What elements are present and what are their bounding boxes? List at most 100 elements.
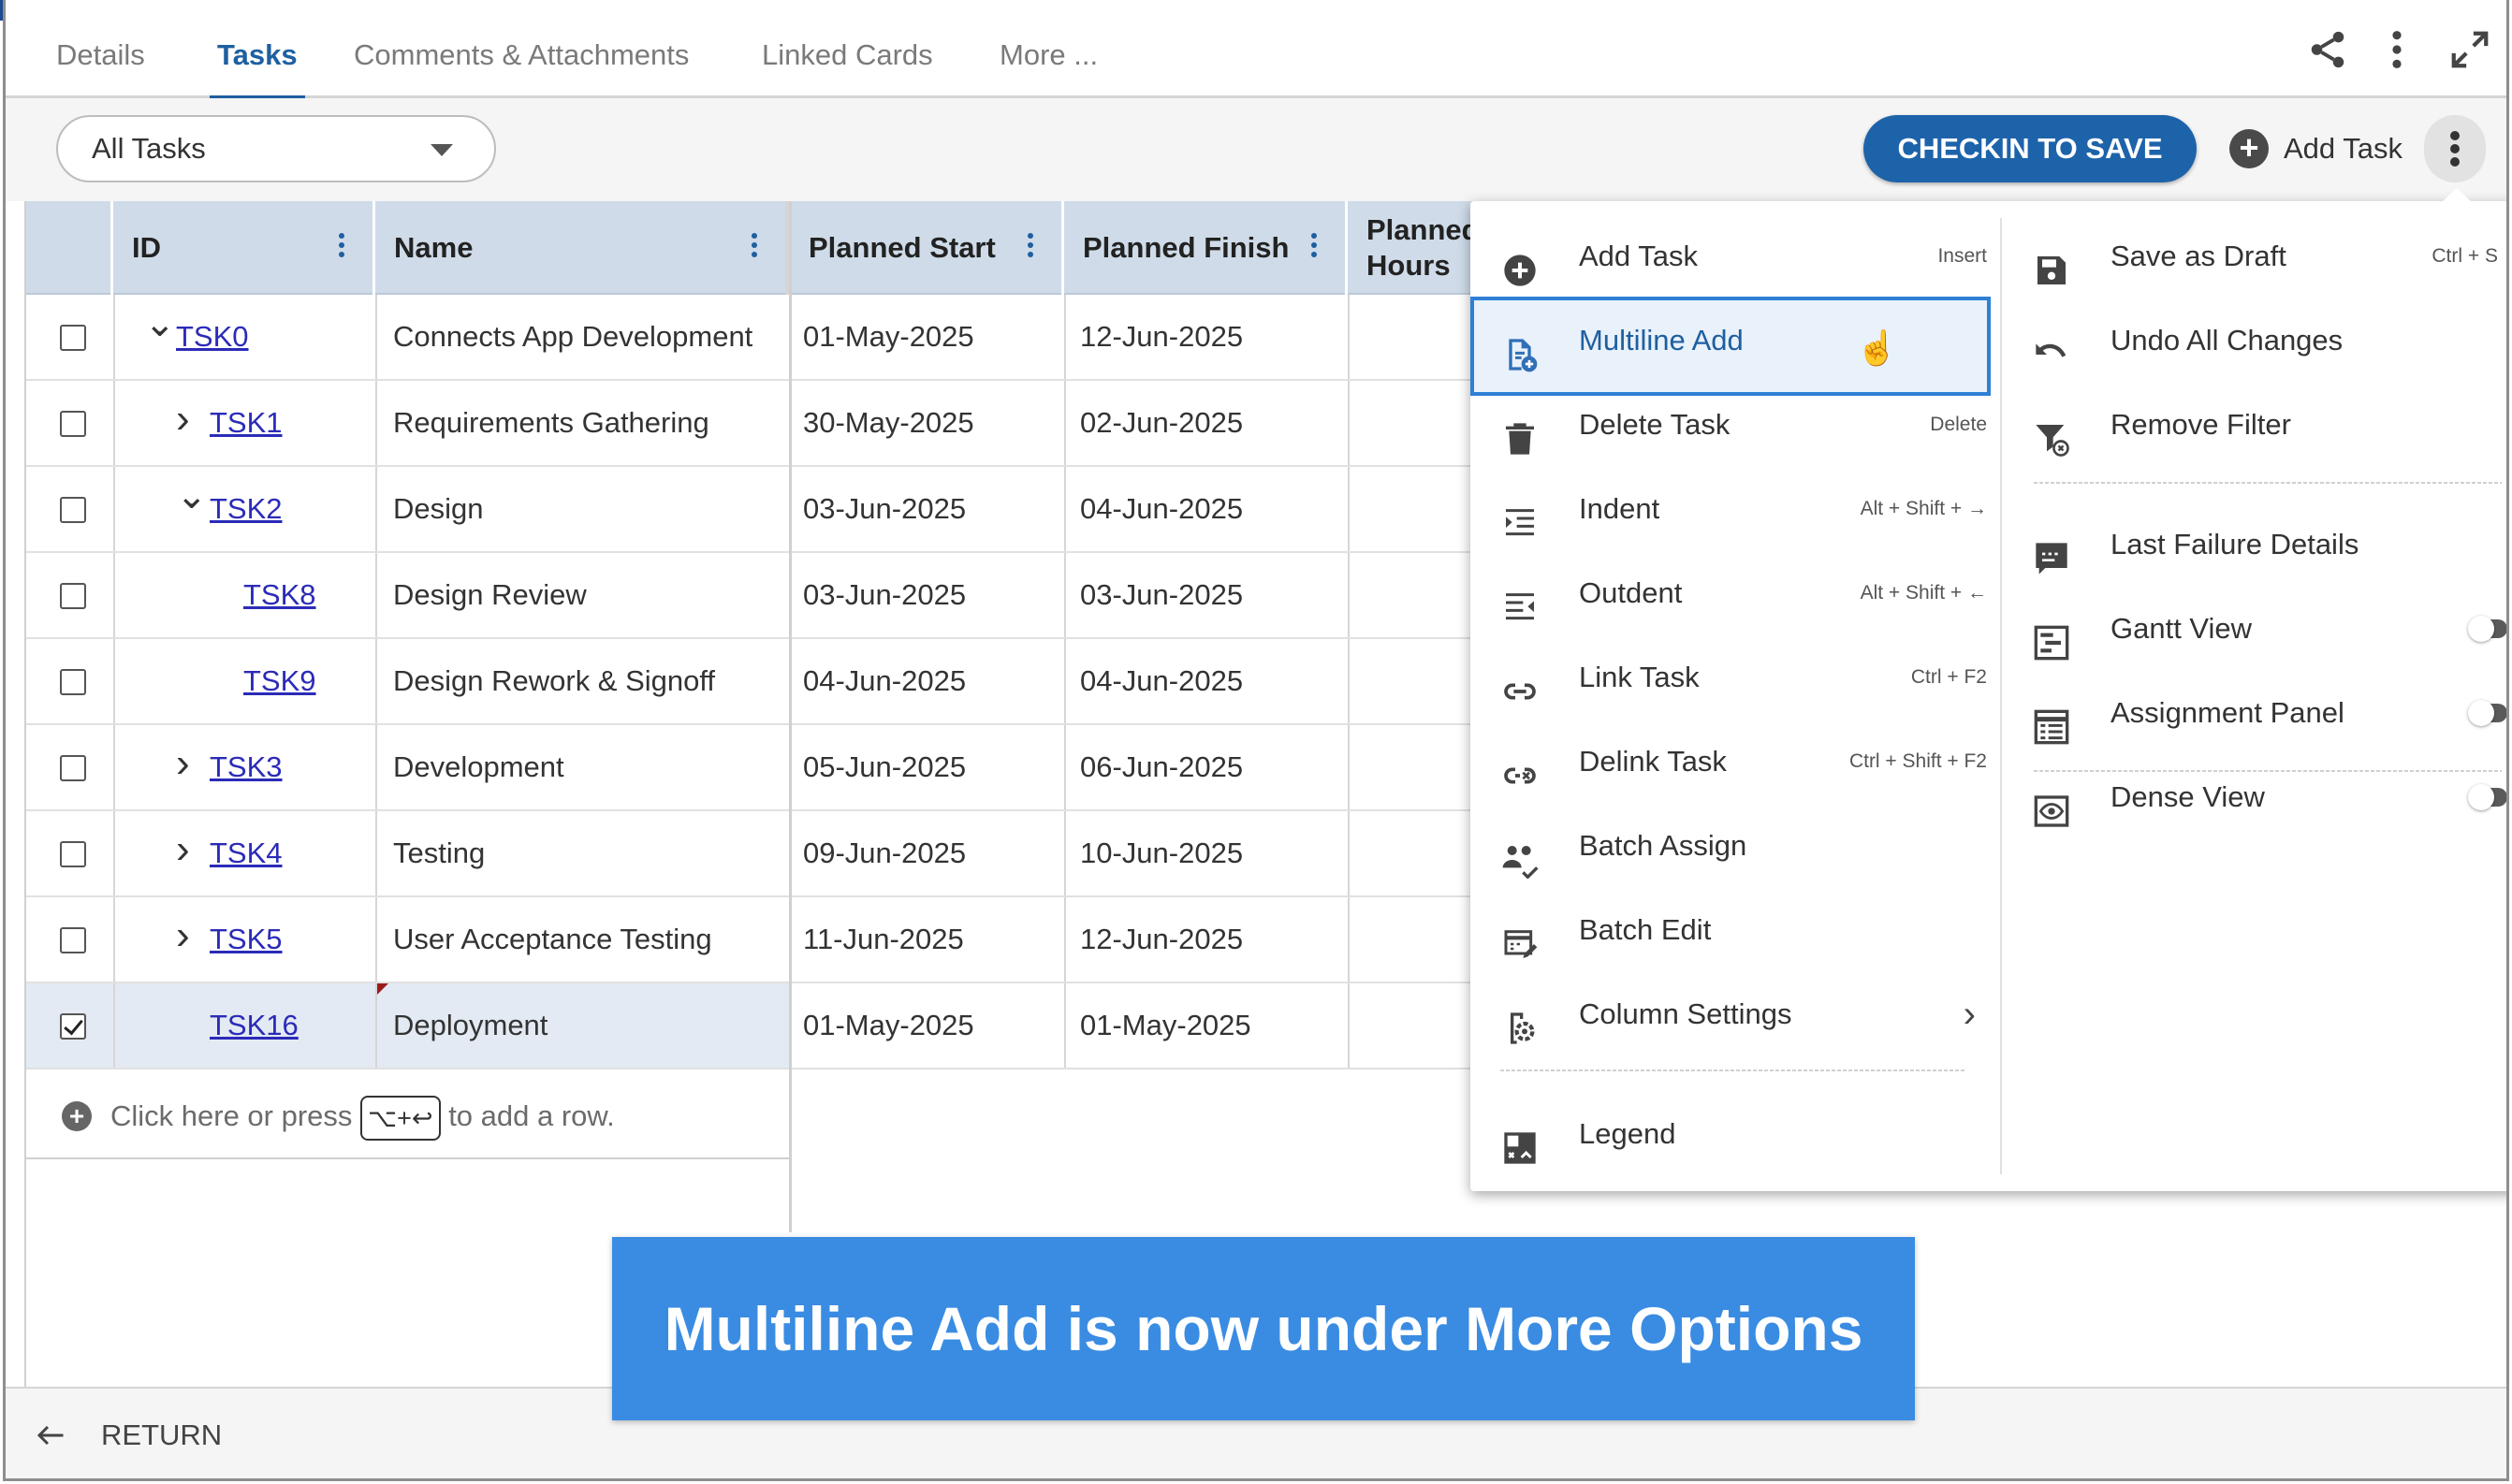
toggle-switch[interactable] — [2468, 784, 2506, 810]
return-button[interactable]: RETURN — [34, 1389, 222, 1478]
planned-start-cell[interactable]: 11-Jun-2025 — [803, 897, 964, 982]
tab-more[interactable]: More ... — [1000, 0, 1098, 98]
planned-start-cell[interactable]: 01-May-2025 — [803, 295, 974, 379]
chevron-right-icon[interactable]: › — [176, 894, 190, 978]
row-checkbox[interactable] — [60, 583, 86, 609]
planned-start-cell[interactable]: 30-May-2025 — [803, 381, 974, 465]
task-id-link[interactable]: TSK4 — [210, 811, 283, 895]
planned-finish-cell[interactable]: 03-Jun-2025 — [1080, 553, 1243, 637]
toggle-switch[interactable] — [2468, 700, 2506, 726]
menu-item-batch-edit[interactable]: Batch Edit — [1500, 888, 1968, 972]
menu-item-undo-all-changes[interactable]: Undo All Changes — [2032, 298, 2500, 383]
menu-item-assignment-panel[interactable]: Assignment Panel — [2032, 671, 2506, 755]
column-header-planned-finish[interactable]: Planned Finish — [1064, 201, 1348, 295]
task-id-link[interactable]: TSK2 — [210, 467, 283, 551]
planned-finish-cell[interactable]: 06-Jun-2025 — [1080, 725, 1243, 809]
task-name-cell[interactable]: Testing — [393, 811, 485, 895]
tab-comments-attachments[interactable]: Comments & Attachments — [354, 0, 689, 98]
column-header-name[interactable]: Name — [375, 201, 790, 295]
planned-start-cell[interactable]: 01-May-2025 — [803, 983, 974, 1068]
menu-item-multiline-add[interactable]: Multiline Add ☝ — [1470, 297, 1991, 396]
toggle-switch[interactable] — [2468, 616, 2506, 642]
row-checkbox[interactable] — [60, 1013, 86, 1040]
planned-start-cell[interactable]: 09-Jun-2025 — [803, 811, 966, 895]
task-name-cell[interactable]: Development — [393, 725, 564, 809]
row-checkbox[interactable] — [60, 669, 86, 695]
task-name-cell[interactable]: User Acceptance Testing — [393, 897, 712, 982]
table-row[interactable]: › TSK1 Requirements Gathering 30-May-2025 02… — [26, 381, 1486, 467]
expand-icon[interactable] — [2448, 28, 2491, 71]
share-icon[interactable] — [2306, 28, 2349, 71]
column-menu-icon[interactable] — [752, 233, 757, 259]
planned-finish-cell[interactable]: 01-May-2025 — [1080, 983, 1251, 1068]
chevron-down-icon[interactable]: ⌄ — [144, 282, 176, 366]
task-name-cell[interactable]: Requirements Gathering — [393, 381, 709, 465]
menu-item-outdent[interactable]: Outdent Alt + Shift + ← — [1500, 551, 1987, 635]
planned-start-cell[interactable]: 03-Jun-2025 — [803, 467, 966, 551]
table-row[interactable]: TSK9 Design Rework & Signoff 04-Jun-2025 04… — [26, 639, 1486, 725]
menu-item-legend[interactable]: Legend — [1500, 1092, 1968, 1176]
row-checkbox[interactable] — [60, 755, 86, 781]
menu-item-dense-view[interactable]: Dense View — [2032, 755, 2506, 839]
table-row[interactable]: TSK8 Design Review 03-Jun-2025 03-Jun-2025 — [26, 553, 1486, 639]
menu-item-gantt-view[interactable]: Gantt View — [2032, 587, 2506, 671]
menu-item-delink-task[interactable]: Delink Task Ctrl + Shift + F2 — [1500, 720, 1987, 804]
row-checkbox[interactable] — [60, 411, 86, 437]
chevron-down-icon[interactable]: ⌄ — [176, 454, 208, 538]
table-row[interactable]: ⌄ TSK2 Design 03-Jun-2025 04-Jun-2025 — [26, 467, 1486, 553]
menu-item-batch-assign[interactable]: Batch Assign — [1500, 804, 1968, 888]
table-row[interactable]: TSK16 Deployment 01-May-2025 01-May-2025 — [26, 983, 1486, 1069]
task-name-cell[interactable]: Design Review — [393, 553, 587, 637]
add-task-button[interactable]: + Add Task — [2229, 115, 2402, 182]
task-name-cell[interactable]: Design Rework & Signoff — [393, 639, 715, 723]
chevron-right-icon[interactable]: › — [176, 721, 190, 806]
row-checkbox[interactable] — [60, 497, 86, 523]
menu-item-link-task[interactable]: Link Task Ctrl + F2 — [1500, 635, 1987, 720]
tab-tasks[interactable]: Tasks — [210, 0, 305, 101]
tab-linked-cards[interactable]: Linked Cards — [762, 0, 933, 98]
row-checkbox[interactable] — [60, 927, 86, 953]
menu-item-last-failure-details[interactable]: Last Failure Details — [2032, 502, 2500, 587]
menu-item-indent[interactable]: Indent Alt + Shift + → — [1500, 467, 1987, 551]
task-id-link[interactable]: TSK8 — [243, 553, 316, 637]
more-options-button[interactable] — [2424, 115, 2486, 182]
task-id-link[interactable]: TSK16 — [210, 983, 299, 1068]
task-id-link[interactable]: TSK9 — [243, 639, 316, 723]
task-name-cell[interactable]: Design — [393, 467, 484, 551]
menu-item-delete-task[interactable]: Delete Task Delete — [1500, 383, 1987, 467]
column-menu-icon[interactable] — [1028, 233, 1033, 259]
task-id-link[interactable]: TSK3 — [210, 725, 283, 809]
column-header-id[interactable]: ID — [113, 201, 375, 295]
tab-details[interactable]: Details — [56, 0, 145, 98]
planned-finish-cell[interactable]: 04-Jun-2025 — [1080, 467, 1243, 551]
planned-start-cell[interactable]: 05-Jun-2025 — [803, 725, 966, 809]
column-header-planned-start[interactable]: Planned Start — [790, 201, 1064, 295]
chevron-right-icon[interactable]: › — [176, 377, 190, 461]
task-id-link[interactable]: TSK1 — [210, 381, 283, 465]
planned-finish-cell[interactable]: 02-Jun-2025 — [1080, 381, 1243, 465]
chevron-right-icon[interactable]: › — [176, 807, 190, 892]
task-id-link[interactable]: TSK0 — [176, 295, 249, 379]
table-row[interactable]: ⌄ TSK0 Connects App Development 01-May-2025… — [26, 295, 1486, 381]
task-name-cell[interactable]: Connects App Development — [393, 295, 752, 379]
planned-finish-cell[interactable]: 12-Jun-2025 — [1080, 295, 1243, 379]
menu-item-column-settings[interactable]: Column Settings › — [1500, 972, 1976, 1056]
table-row[interactable]: › TSK3 Development 05-Jun-2025 06-Jun-2025 — [26, 725, 1486, 811]
add-row-hint[interactable]: + Click here or press ⌥+↩ to add a row. — [26, 1073, 789, 1159]
row-checkbox[interactable] — [60, 841, 86, 867]
column-menu-icon[interactable] — [1311, 233, 1317, 259]
more-vertical-icon[interactable] — [2375, 28, 2418, 71]
column-menu-icon[interactable] — [339, 233, 344, 259]
planned-finish-cell[interactable]: 04-Jun-2025 — [1080, 639, 1243, 723]
menu-item-save-as-draft[interactable]: Save as Draft Ctrl + S — [2032, 214, 2500, 298]
planned-start-cell[interactable]: 03-Jun-2025 — [803, 553, 966, 637]
task-filter-select[interactable]: All Tasks — [56, 115, 496, 182]
task-name-cell[interactable]: Deployment — [393, 983, 548, 1068]
checkin-to-save-button[interactable]: CHECKIN TO SAVE — [1863, 115, 2197, 182]
task-id-link[interactable]: TSK5 — [210, 897, 283, 982]
row-checkbox[interactable] — [60, 325, 86, 351]
table-row[interactable]: › TSK5 User Acceptance Testing 11-Jun-2025 1… — [26, 897, 1486, 983]
menu-item-add-task[interactable]: Add Task Insert — [1500, 214, 1987, 298]
planned-start-cell[interactable]: 04-Jun-2025 — [803, 639, 966, 723]
planned-finish-cell[interactable]: 10-Jun-2025 — [1080, 811, 1243, 895]
